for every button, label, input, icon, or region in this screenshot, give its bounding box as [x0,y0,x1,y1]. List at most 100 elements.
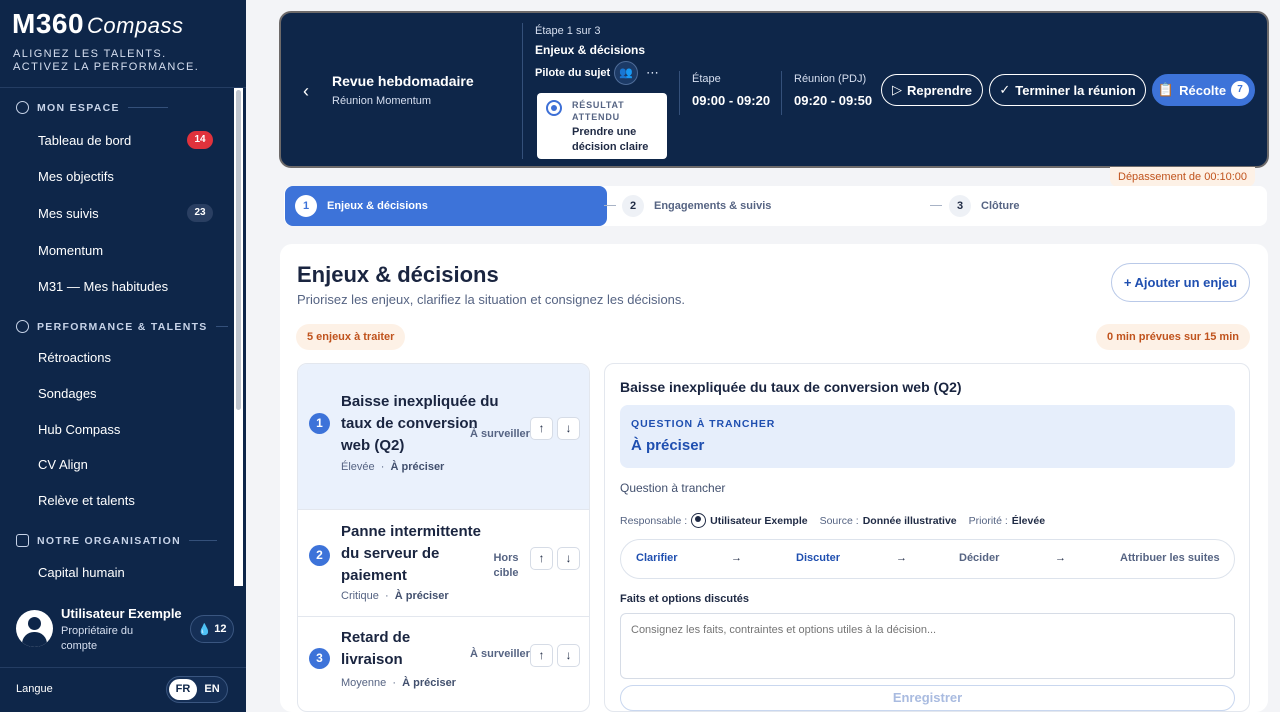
section-mon-espace: MON ESPACE [16,101,168,114]
arrow-down-icon[interactable]: ↓ [557,417,580,440]
avatar[interactable] [16,610,53,647]
step-connector [930,205,942,206]
arrow-right-icon: → [731,552,742,564]
divider [0,87,246,88]
plus-icon: + [1123,275,1132,290]
section-organisation: NOTRE ORGANISATION [16,534,217,547]
arrow-down-icon[interactable]: ↓ [557,644,580,667]
sidebar-item-momentum[interactable]: Momentum [38,243,103,258]
logo[interactable]: M360 Compass [12,8,183,40]
detail-title: Baisse inexpliquée du taux de conversion… [620,379,962,395]
sidebar-item-mes-objectifs[interactable]: Mes objectifs [38,169,114,184]
user-icon [691,513,707,528]
page-subtitle: Priorisez les enjeux, clarifiez la situa… [297,292,686,307]
question-value[interactable]: À préciser [631,437,704,454]
clipboard-icon: 📋 [1157,82,1175,97]
issue-title: Panne intermittente du serveur de paieme… [341,523,482,584]
step-connector [604,205,616,206]
question-text[interactable]: Question à trancher [620,481,725,495]
issue-list: 1 Baisse inexpliquée du taux de conversi… [297,363,590,712]
issues-count-badge: 5 enjeux à traiter [296,324,406,350]
list-item[interactable]: 3 Retard de livraison Moyenne · À précis… [298,617,589,711]
target-icon [546,100,562,116]
sidebar-item-cv-align[interactable]: CV Align [38,457,88,472]
arrow-right-icon: → [1055,552,1066,564]
divider [522,23,523,159]
arrow-up-icon[interactable]: ↑ [530,644,553,667]
status-badge: À surveiller [470,428,530,440]
user-name: Utilisateur Exemple [61,606,182,621]
sidebar-item-m31[interactable]: M31 — Mes habitudes [38,279,168,294]
scrollbar-thumb[interactable] [236,90,241,410]
pilot-label: Pilote du sujet [535,67,611,79]
step-name: Enjeux & décisions [535,43,646,57]
time-planned-badge: 0 min prévues sur 15 min [1095,324,1250,350]
step-counter: Étape 1 sur 3 [535,25,601,37]
count-badge: 23 [187,204,213,222]
result-value: Prendre une décision claire [572,126,649,153]
flow-step-attribuer[interactable]: Attribuer les suites [1120,552,1220,564]
section-performance: PERFORMANCE & TALENTS [16,320,228,333]
save-button[interactable]: Enregistrer [620,685,1235,711]
meeting-header: ‹ Revue hebdomadaire Réunion Momentum Ét… [279,11,1269,168]
finish-meeting-button[interactable]: ✓ Terminer la réunion [989,74,1146,106]
meta-row: Responsable : Utilisateur Exemple Source… [620,513,1046,528]
language-toggle[interactable]: FR EN [166,676,228,703]
chevron-left-icon[interactable]: ‹ [303,81,309,102]
sidebar-item-releve[interactable]: Relève et talents [38,493,135,508]
issue-meta: Critique · À préciser [341,590,449,602]
step-1[interactable]: 1 Enjeux & décisions [285,186,607,226]
issue-detail: Baisse inexpliquée du taux de conversion… [604,363,1250,712]
sidebar-item-retroactions[interactable]: Rétroactions [38,350,111,365]
add-issue-button[interactable]: + Ajouter un enjeu [1111,263,1250,302]
more-icon[interactable]: ⋯ [646,65,659,81]
arrow-down-icon[interactable]: ↓ [557,547,580,570]
question-label: QUESTION À TRANCHER [631,418,776,430]
sidebar-item-tableau-de-bord[interactable]: Tableau de bord [38,133,131,148]
flow-step-decider[interactable]: Décider [959,552,999,564]
notification-badge: 14 [187,131,213,149]
meeting-title: Revue hebdomadaire [332,73,474,89]
stepper: 1 Enjeux & décisions 2 Engagements & suivi… [284,186,1267,226]
divider [679,71,680,115]
decision-flow: Clarifier → Discuter → Décider → Attribu… [620,539,1235,579]
language-fr[interactable]: FR [169,679,197,700]
resume-button[interactable]: ▷ Reprendre [881,74,983,106]
divider [0,667,246,668]
streak-badge[interactable]: 💧 12 [190,615,234,643]
question-box: QUESTION À TRANCHER À préciser [620,405,1235,468]
sidebar-item-mes-suivis[interactable]: Mes suivis [38,206,99,221]
meeting-subtitle: Réunion Momentum [332,95,432,107]
status-badge: À surveiller [470,648,530,660]
facts-label: Faits et options discutés [620,593,749,605]
page-title: Enjeux & décisions [297,262,499,287]
expected-result-card: RÉSULTAT ATTENDU Prendre une décision cl… [537,93,667,159]
issue-title: Retard de livraison [341,629,411,668]
language-en[interactable]: EN [199,679,225,700]
issue-meta: Moyenne · À préciser [341,677,456,689]
flow-step-discuter[interactable]: Discuter [796,552,840,564]
arrow-up-icon[interactable]: ↑ [530,417,553,440]
step-2[interactable]: 2 Engagements & suivis [622,186,771,226]
arrow-up-icon[interactable]: ↑ [530,547,553,570]
overrun-badge: Dépassement de 00:10:00 [1110,167,1256,187]
result-label: RÉSULTAT ATTENDU [572,100,625,122]
sidebar-item-sondages[interactable]: Sondages [38,386,97,401]
tagline: ALIGNEZ LES TALENTS. ACTIVEZ LA PERFORMAN… [13,48,200,73]
facts-textarea[interactable] [620,613,1235,679]
check-icon: ✓ [999,82,1011,97]
responsable-value[interactable]: Utilisateur Exemple [710,515,807,527]
meeting-time-value: 09:20 - 09:50 [794,93,873,108]
users-icon[interactable]: 👥 [614,61,638,85]
sidebar-item-capital-humain[interactable]: Capital humain [38,565,125,580]
harvest-count: 7 [1231,81,1250,99]
sidebar-item-hub-compass[interactable]: Hub Compass [38,422,120,437]
list-item[interactable]: 1 Baisse inexpliquée du taux de conversi… [298,364,589,510]
list-item[interactable]: 2 Panne intermittente du serveur de paie… [298,510,589,617]
language-label: Langue [16,683,53,695]
sidebar: M360 Compass ALIGNEZ LES TALENTS. ACTIVEZ … [0,0,246,712]
divider [781,71,782,115]
harvest-button[interactable]: 📋 Récolte 7 [1152,74,1255,106]
flow-step-clarifier[interactable]: Clarifier [636,552,678,564]
step-3[interactable]: 3 Clôture [949,186,1020,226]
